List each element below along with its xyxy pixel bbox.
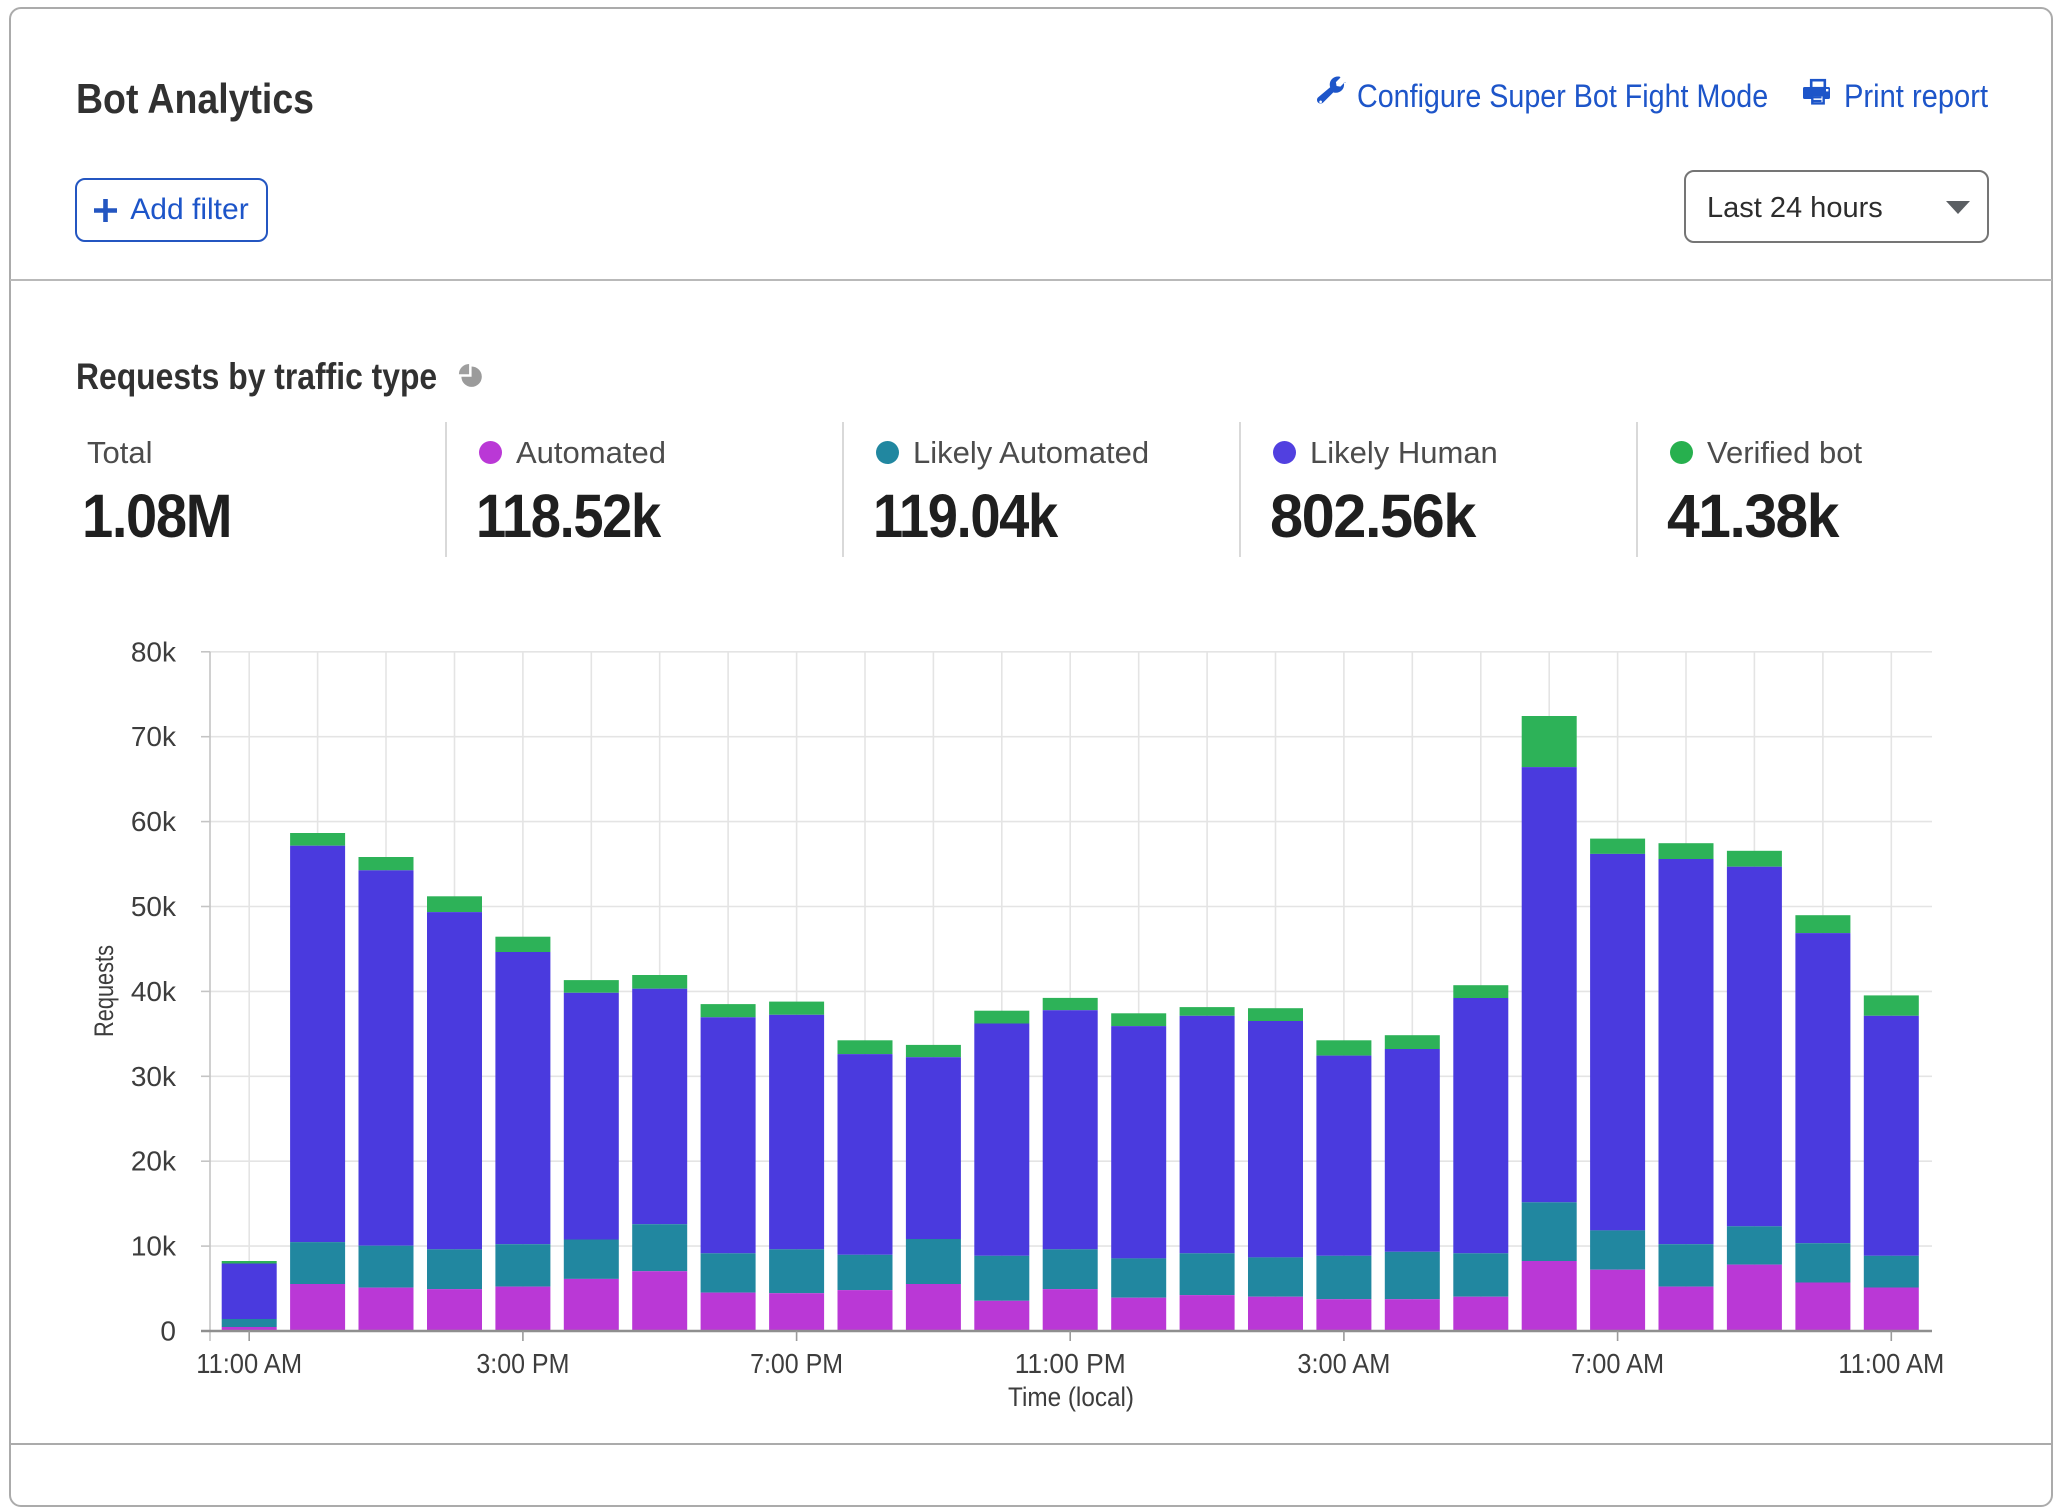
svg-text:Time (local): Time (local) — [1008, 1382, 1134, 1412]
svg-text:Requests: Requests — [89, 945, 119, 1037]
svg-text:20k: 20k — [131, 1146, 177, 1177]
svg-text:70k: 70k — [131, 721, 177, 752]
svg-text:3:00 AM: 3:00 AM — [1297, 1348, 1390, 1379]
svg-text:3:00 PM: 3:00 PM — [476, 1348, 569, 1379]
svg-text:11:00 AM: 11:00 AM — [1838, 1348, 1944, 1379]
svg-text:7:00 PM: 7:00 PM — [750, 1348, 843, 1379]
svg-text:30k: 30k — [131, 1061, 177, 1092]
svg-text:11:00 PM: 11:00 PM — [1015, 1348, 1126, 1379]
svg-text:10k: 10k — [131, 1231, 177, 1262]
svg-text:80k: 80k — [131, 636, 177, 667]
svg-text:50k: 50k — [131, 891, 177, 922]
svg-text:11:00 AM: 11:00 AM — [196, 1348, 302, 1379]
svg-text:40k: 40k — [131, 976, 177, 1007]
svg-text:60k: 60k — [131, 806, 177, 837]
svg-text:0: 0 — [160, 1316, 176, 1347]
svg-text:7:00 AM: 7:00 AM — [1571, 1348, 1664, 1379]
